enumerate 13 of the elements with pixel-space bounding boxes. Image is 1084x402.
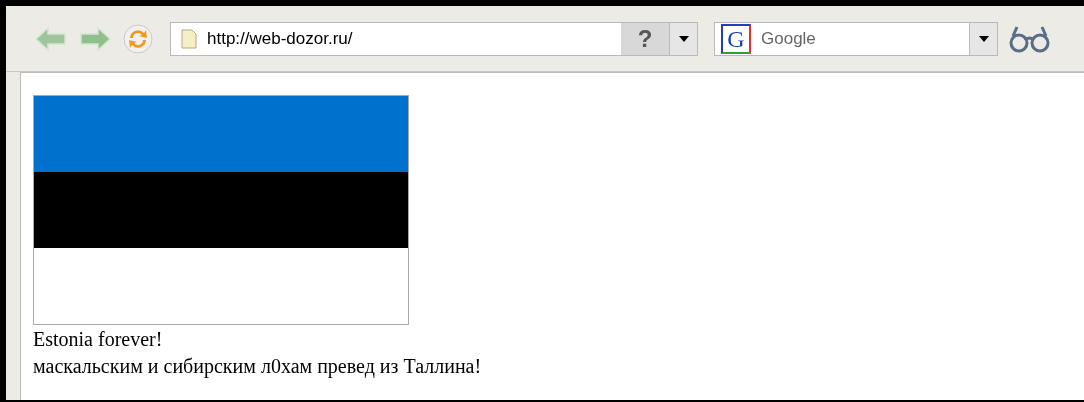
search-engine-logo: G (721, 23, 751, 54)
search-field[interactable]: G Google (714, 21, 998, 56)
caret-icon (978, 35, 989, 42)
address-dropdown-button[interactable] (669, 22, 697, 55)
address-bar[interactable]: http://web-dozor.ru/ ? (170, 21, 698, 56)
caret-icon (678, 35, 689, 42)
caption-text: Estonia forever! (33, 327, 164, 352)
search-input[interactable]: Google (761, 25, 941, 52)
message-text: маскальским и сибирским л0хам превед из Таллина! (33, 354, 483, 380)
search-dropdown-button[interactable] (969, 22, 997, 55)
address-text: http://web-dozor.ru/ (207, 27, 354, 50)
page-icon (181, 28, 197, 49)
help-button[interactable]: ? (621, 22, 669, 55)
